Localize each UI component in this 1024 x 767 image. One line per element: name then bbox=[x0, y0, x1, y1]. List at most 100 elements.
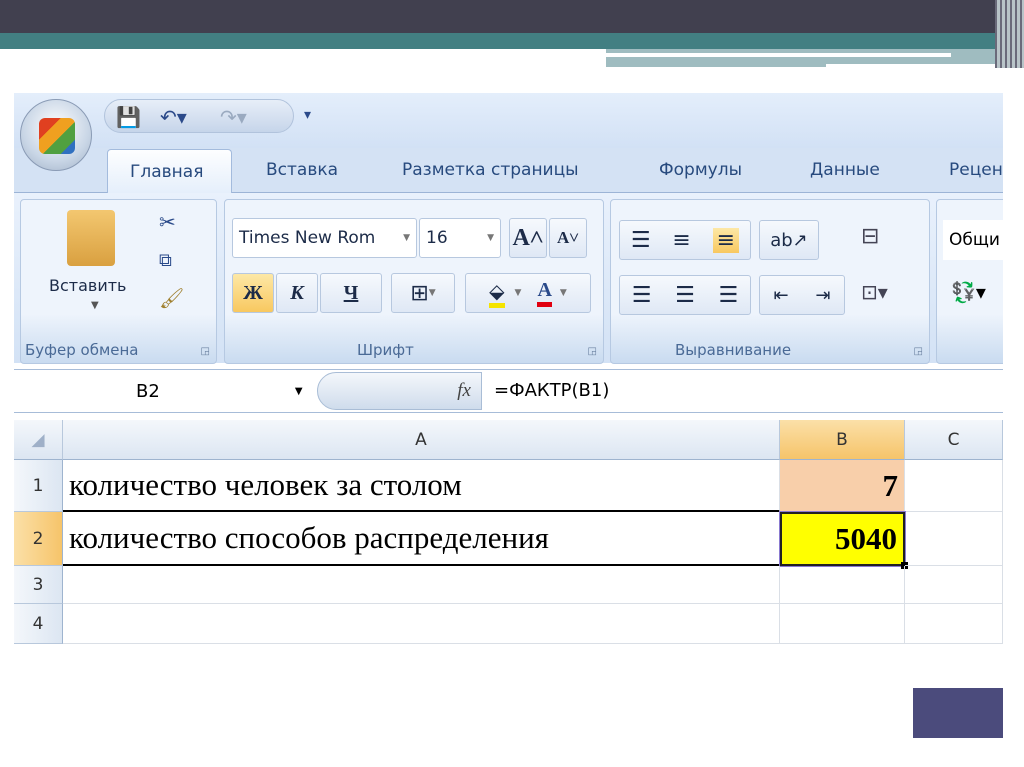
quick-access-toolbar: 💾 ↶▾ ↷▾ ▾ bbox=[14, 93, 1003, 148]
group-number: Общи 💱▾ bbox=[936, 199, 1003, 364]
increase-indent-icon[interactable]: ⇥ bbox=[815, 285, 830, 306]
tab-page-layout[interactable]: Разметка страницы bbox=[402, 160, 579, 180]
dialog-launcher-icon[interactable]: ◲ bbox=[588, 346, 597, 357]
excel-window: 💾 ↶▾ ↷▾ ▾ Вставка Разметка страницы Форм… bbox=[14, 93, 1003, 649]
row-header-4[interactable]: 4 bbox=[14, 604, 63, 644]
paste-icon[interactable] bbox=[67, 210, 115, 266]
font-color-icon[interactable]: A bbox=[537, 279, 552, 307]
chevron-down-icon: ▼ bbox=[428, 288, 436, 298]
tab-formulas[interactable]: Формулы bbox=[659, 160, 742, 180]
cell-c4[interactable] bbox=[905, 604, 1003, 644]
fill-color-icon[interactable]: ⬙ bbox=[489, 279, 505, 308]
bold-button[interactable]: Ж bbox=[232, 273, 274, 313]
insert-function-icon[interactable]: fx bbox=[457, 380, 471, 402]
number-format-select[interactable]: Общи bbox=[943, 220, 1003, 260]
paste-dropdown-icon[interactable]: ▼ bbox=[91, 300, 99, 311]
tab-home[interactable]: Главная bbox=[107, 149, 232, 195]
grow-font-icon: A bbox=[512, 224, 530, 251]
slide-decor-stripes bbox=[995, 0, 1024, 68]
chevron-down-icon[interactable]: ▼ bbox=[515, 288, 522, 298]
row-header-2[interactable]: 2 bbox=[14, 512, 63, 566]
underline-button[interactable]: Ч bbox=[320, 273, 382, 313]
name-box[interactable]: B2 ▼ bbox=[14, 370, 314, 412]
cell-a3[interactable] bbox=[63, 566, 780, 604]
align-left-icon[interactable]: ☰ bbox=[632, 283, 652, 308]
align-bottom-icon[interactable]: ≡ bbox=[712, 227, 740, 253]
shrink-font-button[interactable]: A ˅ bbox=[549, 218, 587, 258]
name-box-value: B2 bbox=[136, 380, 160, 402]
align-right-icon[interactable]: ☰ bbox=[718, 283, 738, 308]
group-clipboard: Вставить ▼ ✂ ⧉ 🖌 Буфер обмена ◲ bbox=[20, 199, 217, 364]
slide-decor-line bbox=[606, 53, 951, 57]
cut-icon[interactable]: ✂ bbox=[159, 210, 176, 234]
borders-icon: ⊞ bbox=[410, 280, 429, 306]
cell-c2[interactable] bbox=[905, 512, 1003, 566]
cell-b3[interactable] bbox=[780, 566, 905, 604]
slide-accent-square bbox=[913, 688, 1003, 738]
merge-center-icon[interactable]: ⊡▾ bbox=[861, 280, 888, 304]
chevron-down-icon: ▼ bbox=[487, 233, 494, 243]
cell-c3[interactable] bbox=[905, 566, 1003, 604]
italic-button[interactable]: К bbox=[276, 273, 318, 313]
chevron-down-icon: ▼ bbox=[403, 233, 410, 243]
group-font: Times New Rom ▼ 16 ▼ A ˄ A ˅ Ж К Ч ⊞ ▼ ⬙ ▼ A ▼ … bbox=[224, 199, 604, 364]
fill-font-color-buttons: ⬙ ▼ A ▼ bbox=[465, 273, 591, 313]
font-size-select[interactable]: 16 ▼ bbox=[419, 218, 501, 258]
copy-icon[interactable]: ⧉ bbox=[159, 250, 172, 271]
cell-c1[interactable] bbox=[905, 460, 1003, 512]
column-header-a[interactable]: A bbox=[63, 420, 780, 460]
tab-insert[interactable]: Вставка bbox=[266, 160, 338, 180]
tab-data[interactable]: Данные bbox=[810, 160, 880, 180]
grow-font-button[interactable]: A ˄ bbox=[509, 218, 547, 258]
dialog-launcher-icon[interactable]: ◲ bbox=[914, 346, 923, 357]
font-size-value: 16 bbox=[426, 228, 448, 248]
font-name-select[interactable]: Times New Rom ▼ bbox=[232, 218, 417, 258]
row-header-3[interactable]: 3 bbox=[14, 566, 63, 604]
customize-icon[interactable]: ▾ bbox=[304, 107, 311, 123]
ribbon: Вставить ▼ ✂ ⧉ 🖌 Буфер обмена ◲ Times Ne… bbox=[14, 193, 1003, 364]
tab-home-label: Главная bbox=[130, 162, 204, 182]
slide-header-band bbox=[0, 0, 1024, 33]
decrease-indent-icon[interactable]: ⇤ bbox=[773, 285, 788, 306]
alignment-group-label: Выравнивание bbox=[675, 341, 792, 359]
align-middle-icon[interactable]: ≡ bbox=[672, 228, 690, 253]
tab-review[interactable]: Рецен bbox=[949, 160, 1003, 180]
orientation-button[interactable]: ab↗ bbox=[759, 220, 819, 260]
cell-a4[interactable] bbox=[63, 604, 780, 644]
select-all-icon: ◢ bbox=[31, 429, 45, 450]
cell-b4[interactable] bbox=[780, 604, 905, 644]
office-button[interactable] bbox=[20, 99, 92, 171]
column-header-b[interactable]: B bbox=[780, 420, 905, 460]
group-alignment: ☰ ≡ ≡ ab↗ ☰ ☰ ☰ ⇤ ⇥ ⊟ ⊡▾ Выравнивание ◲ bbox=[610, 199, 930, 364]
wrap-text-icon[interactable]: ⊟ bbox=[861, 224, 879, 249]
cell-b1[interactable]: 7 bbox=[780, 460, 905, 512]
chevron-down-icon[interactable]: ▼ bbox=[560, 288, 567, 298]
select-all-button[interactable]: ◢ bbox=[14, 420, 63, 460]
row-header-1[interactable]: 1 bbox=[14, 460, 63, 512]
formula-input[interactable]: =ФАКТР(B1) bbox=[494, 380, 609, 401]
borders-button[interactable]: ⊞ ▼ bbox=[391, 273, 455, 313]
slide-teal-band bbox=[0, 33, 1024, 49]
clipboard-group-label: Буфер обмена bbox=[25, 341, 139, 359]
paste-button[interactable]: Вставить bbox=[49, 276, 126, 295]
currency-format-icon[interactable]: 💱▾ bbox=[951, 280, 986, 304]
format-painter-icon[interactable]: 🖌 bbox=[159, 286, 184, 310]
orientation-icon: ab↗ bbox=[770, 229, 808, 251]
column-header-c[interactable]: C bbox=[905, 420, 1003, 460]
cell-a2[interactable]: количество способов распределения bbox=[63, 512, 780, 566]
undo-icon[interactable]: ↶▾ bbox=[160, 105, 187, 129]
vertical-align-buttons: ☰ ≡ ≡ bbox=[619, 220, 751, 260]
dialog-launcher-icon[interactable]: ◲ bbox=[201, 346, 210, 357]
indent-buttons: ⇤ ⇥ bbox=[759, 275, 845, 315]
align-center-icon[interactable]: ☰ bbox=[675, 283, 695, 308]
cell-a1[interactable]: количество человек за столом bbox=[63, 460, 780, 512]
spreadsheet-grid: ◢ A B C 1 количество человек за столом 7… bbox=[14, 420, 1003, 649]
formula-bar: B2 ▼ fx =ФАКТР(B1) bbox=[14, 369, 1003, 413]
horizontal-align-buttons: ☰ ☰ ☰ bbox=[619, 275, 751, 315]
save-icon[interactable]: 💾 bbox=[116, 105, 141, 129]
align-top-icon[interactable]: ☰ bbox=[631, 228, 651, 253]
font-group-label: Шрифт bbox=[357, 341, 414, 359]
cell-b2-selected[interactable]: 5040 bbox=[779, 511, 906, 567]
redo-icon[interactable]: ↷▾ bbox=[220, 105, 247, 129]
slide-decor-line bbox=[826, 64, 1006, 68]
